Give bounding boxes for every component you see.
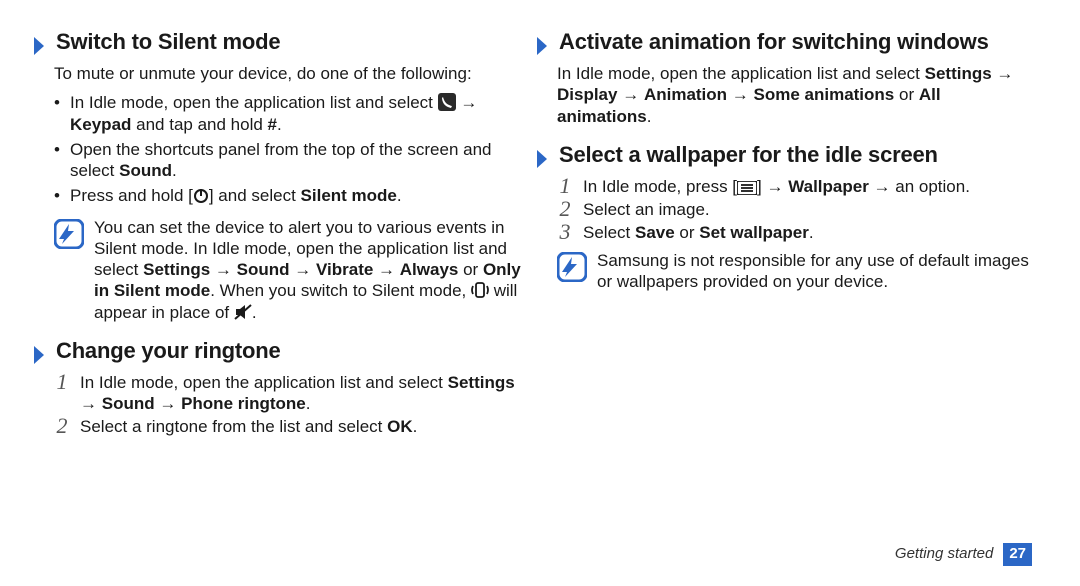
- lead-text: To mute or unmute your device, do one of…: [54, 63, 529, 84]
- section-title: Switch to Silent mode: [56, 28, 280, 56]
- step-number: 1: [557, 175, 573, 197]
- mute-icon: [234, 303, 252, 321]
- step-number: 2: [54, 415, 70, 437]
- footer-label: Getting started: [895, 545, 993, 564]
- section-title: Activate animation for switching windows: [559, 28, 989, 56]
- section-title: Change your ringtone: [56, 337, 281, 365]
- step-row: 1 In Idle mode, open the application lis…: [54, 372, 529, 415]
- section-switch-silent: Switch to Silent mode: [32, 28, 529, 57]
- section-wallpaper: Select a wallpaper for the idle screen: [535, 141, 1032, 170]
- page-footer: Getting started 27: [895, 543, 1032, 566]
- section-change-ringtone: Change your ringtone: [32, 337, 529, 366]
- list-item: In Idle mode, open the application list …: [54, 92, 529, 135]
- chevron-icon: [535, 148, 549, 170]
- note-text: You can set the device to alert you to v…: [94, 217, 529, 323]
- note-text: Samsung is not responsible for any use o…: [597, 250, 1032, 293]
- step-row: 2 Select a ringtone from the list and se…: [54, 416, 529, 437]
- step-body: In Idle mode, open the application list …: [80, 372, 529, 415]
- page-number: 27: [1003, 543, 1032, 566]
- step-number: 2: [557, 198, 573, 220]
- step-row: 2 Select an image.: [557, 199, 1032, 220]
- step-number: 3: [557, 221, 573, 243]
- section-animation: Activate animation for switching windows: [535, 28, 1032, 57]
- menu-icon: [737, 181, 757, 195]
- step-number: 1: [54, 371, 70, 393]
- step-body: Select a ringtone from the list and sele…: [80, 416, 529, 437]
- page: Switch to Silent mode To mute or unmute …: [0, 0, 1080, 586]
- step-row: 3 Select Save or Set wallpaper.: [557, 222, 1032, 243]
- chevron-icon: [535, 35, 549, 57]
- body-text: In Idle mode, open the application list …: [557, 63, 1032, 127]
- step-row: 1 In Idle mode, press [] → Wallpaper → a…: [557, 176, 1032, 197]
- note-block: Samsung is not responsible for any use o…: [557, 250, 1032, 293]
- chevron-icon: [32, 344, 46, 366]
- note-icon: [557, 252, 587, 282]
- section-title: Select a wallpaper for the idle screen: [559, 141, 938, 169]
- power-icon: [193, 188, 209, 204]
- list-item: Press and hold [] and select Silent mode…: [54, 185, 529, 206]
- step-body: In Idle mode, press [] → Wallpaper → an …: [583, 176, 1032, 197]
- note-block: You can set the device to alert you to v…: [54, 217, 529, 323]
- phone-icon: [438, 93, 456, 111]
- bullet-list: In Idle mode, open the application list …: [54, 92, 529, 206]
- step-body: Select Save or Set wallpaper.: [583, 222, 1032, 243]
- left-column: Switch to Silent mode To mute or unmute …: [54, 28, 529, 554]
- note-icon: [54, 219, 84, 249]
- vibrate-icon: [471, 281, 489, 299]
- chevron-icon: [32, 35, 46, 57]
- right-column: Activate animation for switching windows…: [557, 28, 1032, 554]
- step-body: Select an image.: [583, 199, 1032, 220]
- list-item: Open the shortcuts panel from the top of…: [54, 139, 529, 182]
